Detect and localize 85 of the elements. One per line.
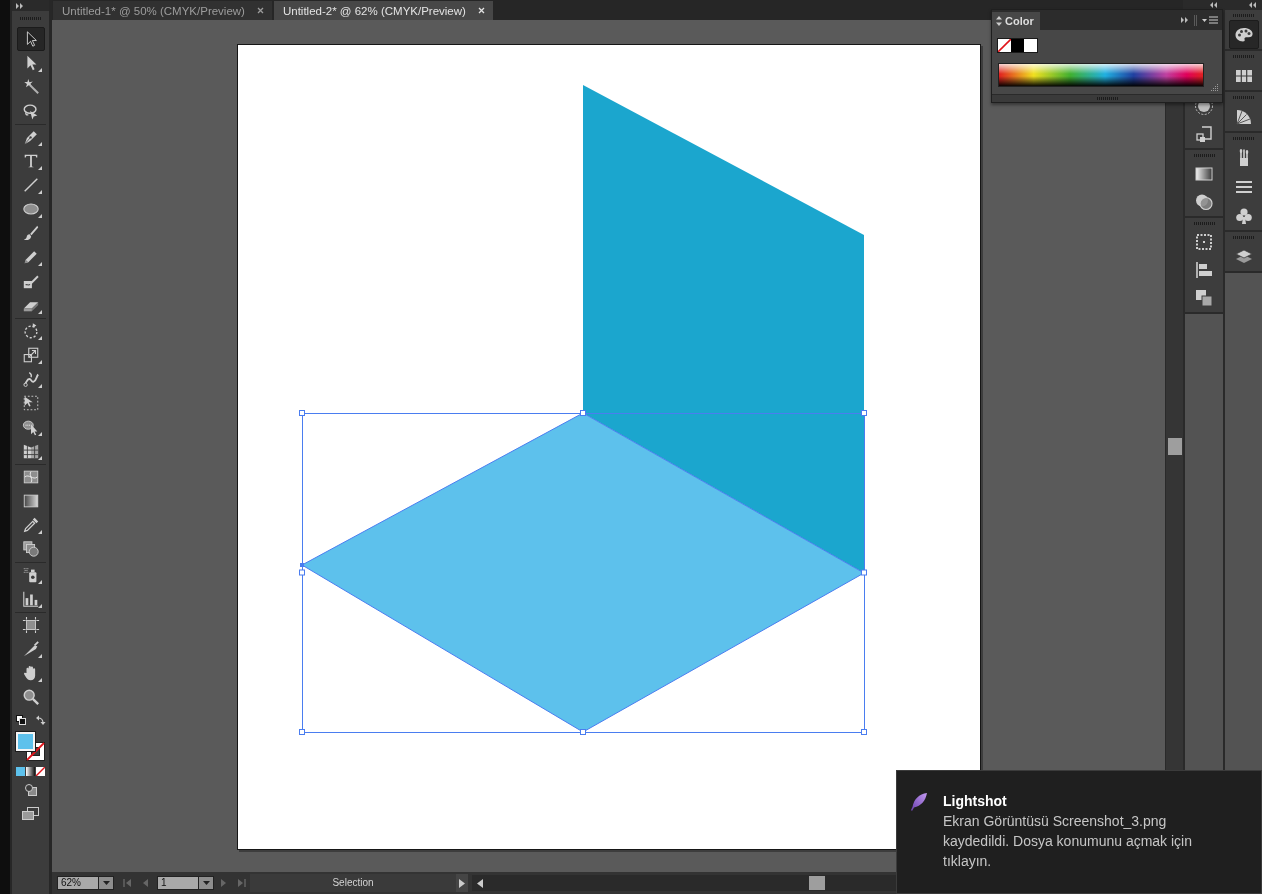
bar-graph-icon[interactable]: [21, 590, 40, 608]
skip-to-start-icon: [122, 878, 132, 888]
gripper-icon[interactable]: [1193, 221, 1215, 225]
resize-handle[interactable]: [861, 410, 867, 416]
color-spectrum[interactable]: [998, 63, 1204, 87]
paintbrush-icon[interactable]: [21, 224, 40, 242]
lasso-icon[interactable]: [21, 102, 40, 120]
document-tab[interactable]: Untitled-1* @ 50% (CMYK/Preview): [53, 1, 272, 20]
resize-handle[interactable]: [861, 569, 867, 576]
color-swatch[interactable]: [1011, 39, 1024, 52]
resize-handle[interactable]: [861, 729, 867, 735]
caret-icon: [202, 881, 210, 885]
scroll-left-arrow-icon[interactable]: [477, 878, 483, 888]
gradient-square-icon[interactable]: [1194, 164, 1214, 184]
gripper-icon[interactable]: [1233, 54, 1254, 58]
gripper-icon[interactable]: [1233, 136, 1254, 140]
feather-icon: [911, 793, 927, 811]
menu-arrow-icon: [459, 878, 465, 888]
expand-arrows-icon[interactable]: [1210, 2, 1218, 8]
resize-handle[interactable]: [299, 410, 305, 416]
diagonal-line-icon[interactable]: [21, 176, 40, 194]
zoom-field[interactable]: 62%: [57, 876, 99, 890]
rotate-icon[interactable]: [21, 322, 40, 340]
overlapping-squares-icon[interactable]: [1194, 288, 1214, 308]
notification-title: Lightshot: [943, 793, 1008, 810]
panel-tab[interactable]: Color: [992, 12, 1040, 30]
pen-nib-icon[interactable]: [21, 128, 40, 146]
slashed-square-icon[interactable]: [36, 767, 45, 776]
panel-button[interactable]: [1228, 20, 1259, 49]
close-icon[interactable]: [256, 7, 264, 14]
overlapped-squares-icon[interactable]: [16, 715, 26, 725]
caret-icon: [102, 881, 110, 885]
gripper-icon[interactable]: [1193, 153, 1215, 157]
dropdown-button[interactable]: [199, 876, 214, 890]
scrollbar-thumb[interactable]: [1167, 438, 1182, 455]
knife-icon[interactable]: [21, 640, 40, 658]
swap-arrows-icon[interactable]: [36, 715, 46, 725]
dropdown-button[interactable]: [99, 876, 114, 890]
crop-marks-icon[interactable]: [21, 616, 40, 634]
stacked-screens-icon[interactable]: [22, 807, 39, 820]
magnifier-icon[interactable]: [21, 688, 40, 706]
resize-handle[interactable]: [580, 410, 586, 416]
collapse-arrows-icon[interactable]: [1181, 17, 1189, 23]
gripper-icon[interactable]: [1233, 13, 1254, 17]
none-swatch[interactable]: [998, 39, 1011, 52]
collapse-arrows-icon[interactable]: [16, 2, 24, 9]
fill-swatch[interactable]: [16, 732, 35, 751]
triangle-right-icon: [218, 878, 228, 888]
resize-handle[interactable]: [580, 729, 586, 735]
gripper-icon[interactable]: [20, 16, 41, 20]
status-menu-button[interactable]: [456, 874, 468, 892]
perspective-grid-icon[interactable]: [21, 442, 40, 460]
resize-handle[interactable]: [299, 729, 305, 735]
menu-icon[interactable]: [1202, 15, 1218, 25]
circle-square-icon[interactable]: [25, 784, 37, 796]
page-field[interactable]: 1: [157, 876, 199, 890]
stacked-shapes-icon[interactable]: [21, 540, 40, 558]
expand-arrows-icon[interactable]: [1249, 2, 1257, 8]
arrow-dotted-frame-icon[interactable]: [21, 394, 40, 412]
status-label: Selection: [250, 874, 456, 892]
gradient-square-icon[interactable]: [26, 767, 35, 776]
document-tab[interactable]: Untitled-2* @ 62% (CMYK/Preview): [273, 1, 493, 20]
notification-message: Ekran Görüntüsü Screenshot_3.png kaydedildi. Dosya konumunu açmak için tıklayın.: [943, 812, 1193, 871]
fill-color-icon[interactable]: [16, 767, 25, 776]
ellipse-icon[interactable]: [21, 200, 40, 218]
up-down-arrows-icon[interactable]: [996, 16, 1002, 26]
eyedropper-icon[interactable]: [21, 516, 40, 534]
squiggle-pin-icon[interactable]: [21, 370, 40, 388]
club-icon[interactable]: [1233, 205, 1254, 226]
resize-grip-icon[interactable]: [1211, 84, 1219, 92]
scrollbar-thumb[interactable]: [809, 876, 825, 890]
align-bars-icon[interactable]: [1194, 260, 1214, 280]
overlapping-circles-icon[interactable]: [1194, 192, 1214, 212]
gripper-icon[interactable]: [1233, 235, 1254, 239]
skip-to-end-icon: [236, 878, 246, 888]
resize-squares-icon[interactable]: [21, 346, 40, 364]
mesh-icon[interactable]: [21, 468, 40, 486]
transform-squares-icon[interactable]: [1194, 124, 1214, 144]
tool-button[interactable]: [16, 27, 45, 51]
color-swatch[interactable]: [1024, 39, 1037, 52]
dotted-frame-icon[interactable]: [1194, 232, 1214, 252]
notification-toast[interactable]: Lightshot Ekran Görüntüsü Screenshot_3.png kaydedildi. Dosya konumunu açmak için tıklayın.: [896, 770, 1262, 894]
resize-handle[interactable]: [299, 569, 305, 576]
gradient-square-icon[interactable]: [21, 492, 40, 510]
gripper-icon[interactable]: [1233, 95, 1254, 99]
